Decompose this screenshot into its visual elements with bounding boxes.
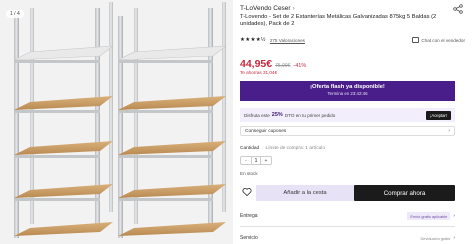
chevron-right-icon: › xyxy=(292,5,295,12)
savings-text: Te ahorras 31,04€ xyxy=(240,70,278,75)
quantity-stepper[interactable]: - 1 + xyxy=(240,156,272,165)
flash-sale-countdown: Termina en 23:42:46 xyxy=(327,91,368,96)
chevron-right-icon: › xyxy=(448,128,450,134)
free-returns-note: Devolución gratis xyxy=(420,235,451,241)
service-row[interactable]: Servicio Devolución gratis › xyxy=(240,233,455,243)
chevron-down-icon: › xyxy=(453,213,455,219)
stock-status: En stock xyxy=(240,171,258,176)
divider xyxy=(240,226,455,227)
get-coupons-row[interactable]: Conseguir cupones › xyxy=(240,126,455,136)
coupon-percent: 25% xyxy=(271,112,283,118)
store-link[interactable]: T-LoVendo Ceser › xyxy=(240,5,295,12)
flash-sale-title: ¡Oferta flash ya disponible! xyxy=(310,84,385,90)
purchase-limit-text: Límite de compra: 1 artículo xyxy=(265,146,326,151)
chevron-down-icon: › xyxy=(453,235,455,241)
image-counter: 1 / 4 xyxy=(6,10,24,18)
buy-now-button[interactable]: Comprar ahora xyxy=(354,185,455,201)
coupon-accept-button[interactable]: ¡Aceptar! xyxy=(426,110,451,120)
chat-icon xyxy=(412,37,420,43)
discount-badge: -41% xyxy=(293,63,307,69)
chat-seller-button[interactable]: Chat con el vendedor xyxy=(412,37,465,43)
shelf-unit-left xyxy=(13,2,114,238)
star-rating-icon: ★★★★½ xyxy=(240,37,266,43)
rating-summary[interactable]: ★★★★½ 275 Valoraciones xyxy=(240,37,305,43)
chat-seller-label: Chat con el vendedor xyxy=(421,37,465,43)
store-name: T-LoVendo Ceser xyxy=(240,5,291,12)
product-info-panel: T-LoVendo Ceser › T-Lovendo - Set de 2 Es… xyxy=(240,0,475,244)
coupon-suffix: DTO en tu primer pedido xyxy=(284,112,336,118)
original-price: 75,99€ xyxy=(275,63,291,69)
current-price: 44,95€ xyxy=(240,58,273,70)
shipping-row[interactable]: Entrega Envío gratis aplicable › xyxy=(240,211,455,221)
share-icon[interactable] xyxy=(453,4,463,14)
shelf-unit-right xyxy=(117,2,227,238)
product-image-shelves xyxy=(13,2,227,238)
increase-quantity-button[interactable]: + xyxy=(261,157,271,164)
quantity-value[interactable]: 1 xyxy=(251,157,261,164)
add-to-cart-button[interactable]: Añadir a la cesta xyxy=(256,185,354,201)
price-row: 44,95€ 75,99€ -41% xyxy=(240,58,306,70)
quantity-label-row: Cantidad Límite de compra: 1 artículo xyxy=(240,146,325,151)
shipping-label: Entrega xyxy=(240,213,258,219)
decrease-quantity-button[interactable]: - xyxy=(241,157,251,164)
product-image-gallery[interactable]: 1 / 4 xyxy=(0,0,233,244)
free-shipping-badge: Envío gratis aplicable xyxy=(407,212,451,220)
quantity-label: Cantidad xyxy=(240,146,260,151)
product-title: T-Lovendo - Set de 2 Estanterías Metálic… xyxy=(240,14,437,28)
service-label: Servicio xyxy=(240,235,258,241)
flash-sale-banner: ¡Oferta flash ya disponible! Termina en … xyxy=(240,81,455,101)
rating-count-link[interactable]: 275 Valoraciones xyxy=(270,38,305,43)
first-order-coupon-strip: Disfruta este 25% DTO en tu primer pedid… xyxy=(240,108,455,122)
coupon-prefix: Disfruta este xyxy=(244,112,270,118)
heart-icon[interactable] xyxy=(242,187,252,197)
get-coupons-label: Conseguir cupones xyxy=(245,128,287,134)
